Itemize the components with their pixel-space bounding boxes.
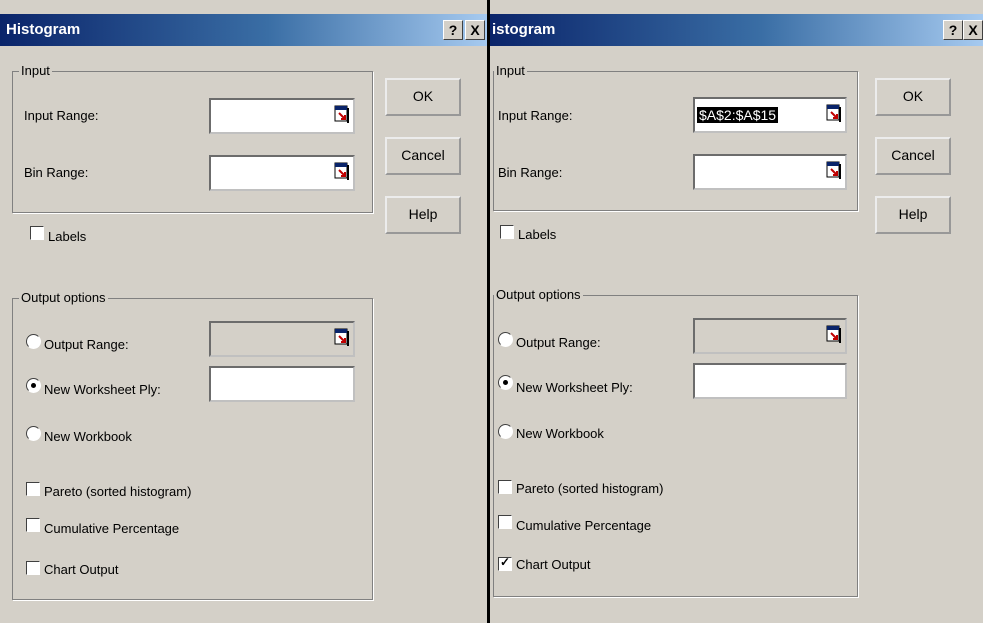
output-range-radio[interactable] (498, 332, 513, 347)
cumulative-percentage-label: Cumulative Percentage (44, 521, 180, 536)
range-picker-icon[interactable] (334, 162, 350, 180)
output-options-label: Output options (19, 290, 108, 305)
cancel-button[interactable]: Cancel (385, 137, 461, 175)
dialog-title: Histogram (6, 21, 81, 38)
input-range-field[interactable] (209, 98, 355, 134)
input-group: Input (493, 63, 858, 211)
new-worksheet-ply-radio[interactable] (498, 375, 513, 390)
output-range-label: Output Range: (516, 335, 601, 350)
labels-checkbox[interactable] (30, 226, 44, 240)
new-workbook-label: New Workbook (516, 426, 604, 441)
bin-range-field[interactable] (693, 154, 847, 190)
dialog-title: istogram (492, 21, 556, 38)
ok-button[interactable]: OK (875, 78, 951, 116)
chart-output-label: Chart Output (516, 557, 591, 572)
cumulative-percentage-checkbox[interactable] (498, 515, 512, 529)
histogram-dialog-right: istogram ? X Input Input Range: $A$2:$A$… (490, 0, 983, 623)
pareto-checkbox[interactable] (26, 482, 40, 496)
close-button[interactable]: X (465, 20, 485, 40)
input-range-label: Input Range: (24, 108, 99, 123)
new-worksheet-ply-field[interactable] (693, 363, 847, 399)
cumulative-percentage-checkbox[interactable] (26, 518, 40, 532)
new-worksheet-ply-field[interactable] (209, 366, 355, 402)
output-range-label: Output Range: (44, 337, 129, 352)
title-bar[interactable]: Histogram ? X (0, 14, 487, 46)
labels-label: Labels (518, 227, 557, 242)
range-picker-icon[interactable] (826, 325, 842, 343)
pareto-label: Pareto (sorted histogram) (44, 484, 192, 499)
new-workbook-label: New Workbook (44, 429, 132, 444)
help-button[interactable]: Help (385, 196, 461, 234)
cancel-button[interactable]: Cancel (875, 137, 951, 175)
pareto-label: Pareto (sorted histogram) (516, 481, 664, 496)
close-button[interactable]: X (963, 20, 983, 40)
output-range-field[interactable] (209, 321, 355, 357)
ok-button[interactable]: OK (385, 78, 461, 116)
input-group-label: Input (19, 63, 52, 78)
new-workbook-radio[interactable] (26, 426, 41, 441)
input-range-field[interactable]: $A$2:$A$15 (693, 97, 847, 133)
help-question-button[interactable]: ? (943, 20, 963, 40)
output-options-label: Output options (494, 287, 583, 302)
new-worksheet-ply-label: New Worksheet Ply: (516, 380, 633, 395)
input-group: Input (12, 63, 373, 213)
bin-range-label: Bin Range: (498, 165, 563, 180)
new-workbook-radio[interactable] (498, 424, 513, 439)
input-group-label: Input (494, 63, 527, 78)
chart-output-checkbox[interactable] (26, 561, 40, 575)
chart-output-label: Chart Output (44, 562, 119, 577)
help-question-button[interactable]: ? (443, 20, 463, 40)
bin-range-label: Bin Range: (24, 165, 89, 180)
histogram-dialog-left: Histogram ? X Input Input Range: Bin Ran… (0, 0, 487, 623)
radio-selected-dot (503, 380, 508, 385)
pareto-checkbox[interactable] (498, 480, 512, 494)
radio-selected-dot (31, 383, 36, 388)
checkmark-icon: ✓ (500, 555, 511, 569)
range-picker-icon[interactable] (334, 328, 350, 346)
cumulative-percentage-label: Cumulative Percentage (516, 518, 652, 533)
bin-range-field[interactable] (209, 155, 355, 191)
input-range-label: Input Range: (498, 108, 573, 123)
input-range-value: $A$2:$A$15 (697, 107, 779, 123)
output-range-radio[interactable] (26, 334, 41, 349)
labels-label: Labels (48, 229, 87, 244)
new-worksheet-ply-label: New Worksheet Ply: (44, 382, 161, 397)
output-range-field[interactable] (693, 318, 847, 354)
help-button[interactable]: Help (875, 196, 951, 234)
new-worksheet-ply-radio[interactable] (26, 378, 41, 393)
range-picker-icon[interactable] (826, 104, 842, 122)
title-bar[interactable]: istogram ? X (490, 14, 983, 46)
chart-output-checkbox[interactable]: ✓ (498, 555, 512, 571)
range-picker-icon[interactable] (334, 105, 350, 123)
range-picker-icon[interactable] (826, 161, 842, 179)
labels-checkbox[interactable] (500, 225, 514, 239)
